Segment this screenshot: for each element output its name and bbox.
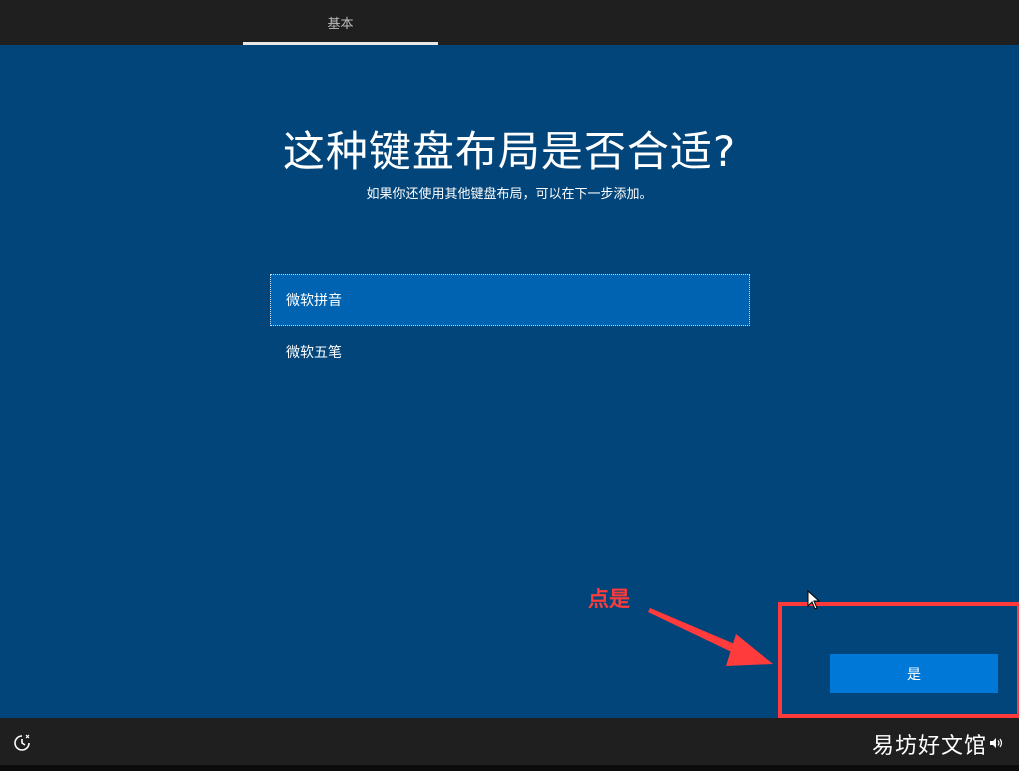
tab-basics[interactable]: 基本 (243, 0, 438, 45)
yes-button[interactable]: 是 (830, 654, 998, 693)
annotation-arrow-icon (648, 608, 773, 666)
list-item-microsoft-wubi[interactable]: 微软五笔 (270, 326, 750, 378)
page-title: 这种键盘布局是否合适? (282, 127, 737, 176)
mouse-cursor-icon (807, 590, 821, 610)
accessibility-icon[interactable] (13, 734, 31, 752)
bottom-bar: 易坊好文馆 (0, 718, 1019, 771)
volume-icon[interactable] (989, 736, 1003, 750)
watermark-text: 易坊好文馆 (872, 734, 988, 759)
list-item-microsoft-pinyin[interactable]: 微软拼音 (270, 274, 750, 326)
bottom-bar-edge (0, 765, 1019, 771)
list-item-label: 微软拼音 (286, 293, 342, 309)
keyboard-layout-list: 微软拼音 微软五笔 (270, 274, 750, 378)
active-tab-indicator (243, 42, 438, 45)
page-subtitle: 如果你还使用其他键盘布局，可以在下一步添加。 (366, 187, 653, 202)
top-bar: 基本 (0, 0, 1019, 45)
tab-basics-label: 基本 (327, 17, 354, 32)
list-item-label: 微软五笔 (286, 345, 342, 361)
yes-button-label: 是 (907, 665, 921, 682)
annotation-text: 点是 (588, 587, 630, 611)
